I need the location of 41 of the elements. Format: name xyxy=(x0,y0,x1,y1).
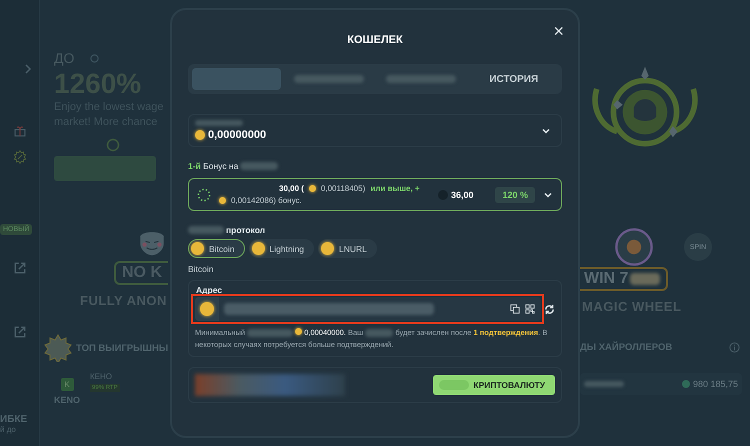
bonus-description: 30,00 ( 0,00118405) или выше, + 0,00142086) бонус. xyxy=(219,184,430,205)
bonus-card[interactable]: 30,00 ( 0,00118405) или выше, + 0,00142086) бонус. 36,00 120 % xyxy=(188,178,562,211)
info-icon[interactable] xyxy=(729,342,740,353)
chevron-right-icon[interactable] xyxy=(22,64,32,74)
blurred-text xyxy=(195,120,243,126)
external-link-icon[interactable] xyxy=(12,261,26,275)
blurred-text xyxy=(240,162,278,170)
protocol-chip[interactable]: Lightning xyxy=(248,239,314,258)
copy-icon[interactable] xyxy=(510,304,520,314)
gift-icon[interactable] xyxy=(12,124,26,138)
percent-badge-icon[interactable] xyxy=(12,150,26,164)
protocol-chip[interactable]: Bitcoin xyxy=(188,239,245,258)
bonus-target: 36,00 xyxy=(450,190,474,200)
protocol-label: протокол xyxy=(226,225,266,235)
wheel-drawing xyxy=(614,227,654,267)
network-label: Bitcoin xyxy=(188,264,215,274)
blurred-text xyxy=(386,75,456,83)
external-link-icon[interactable] xyxy=(12,325,26,339)
tab[interactable]: ИСТОРИЯ xyxy=(470,68,558,90)
circle-icon xyxy=(106,138,120,152)
protocol-chip[interactable]: LNURL xyxy=(318,239,377,258)
coin-icon xyxy=(195,130,205,140)
refresh-icon[interactable] xyxy=(544,304,555,314)
dialog-title: КОШЕЛЕК xyxy=(347,34,403,48)
qr-code-icon[interactable] xyxy=(525,304,535,314)
circle-icon xyxy=(90,54,100,62)
currency-select[interactable]: 0,00000000 xyxy=(188,114,562,147)
bonus-heading: 1-й Бонус на xyxy=(188,161,238,171)
balance-value: 0,00000000 xyxy=(208,129,266,141)
coin-icon xyxy=(682,380,690,388)
progress-ring-icon xyxy=(197,188,211,202)
blurred-text xyxy=(584,381,624,387)
game-icon: K xyxy=(60,378,74,391)
feature-badge: WIN 7 xyxy=(580,267,668,291)
address-label: Адрес xyxy=(196,285,224,295)
submit-button[interactable]: КРИПТОВАЛЮТУ xyxy=(433,375,555,395)
payout-amount: 980 185,75 xyxy=(692,379,738,389)
percent-badge: 120 % xyxy=(495,186,535,202)
blurred-text xyxy=(188,226,224,234)
blurred-text xyxy=(294,75,364,83)
close-button[interactable]: × xyxy=(549,22,568,40)
